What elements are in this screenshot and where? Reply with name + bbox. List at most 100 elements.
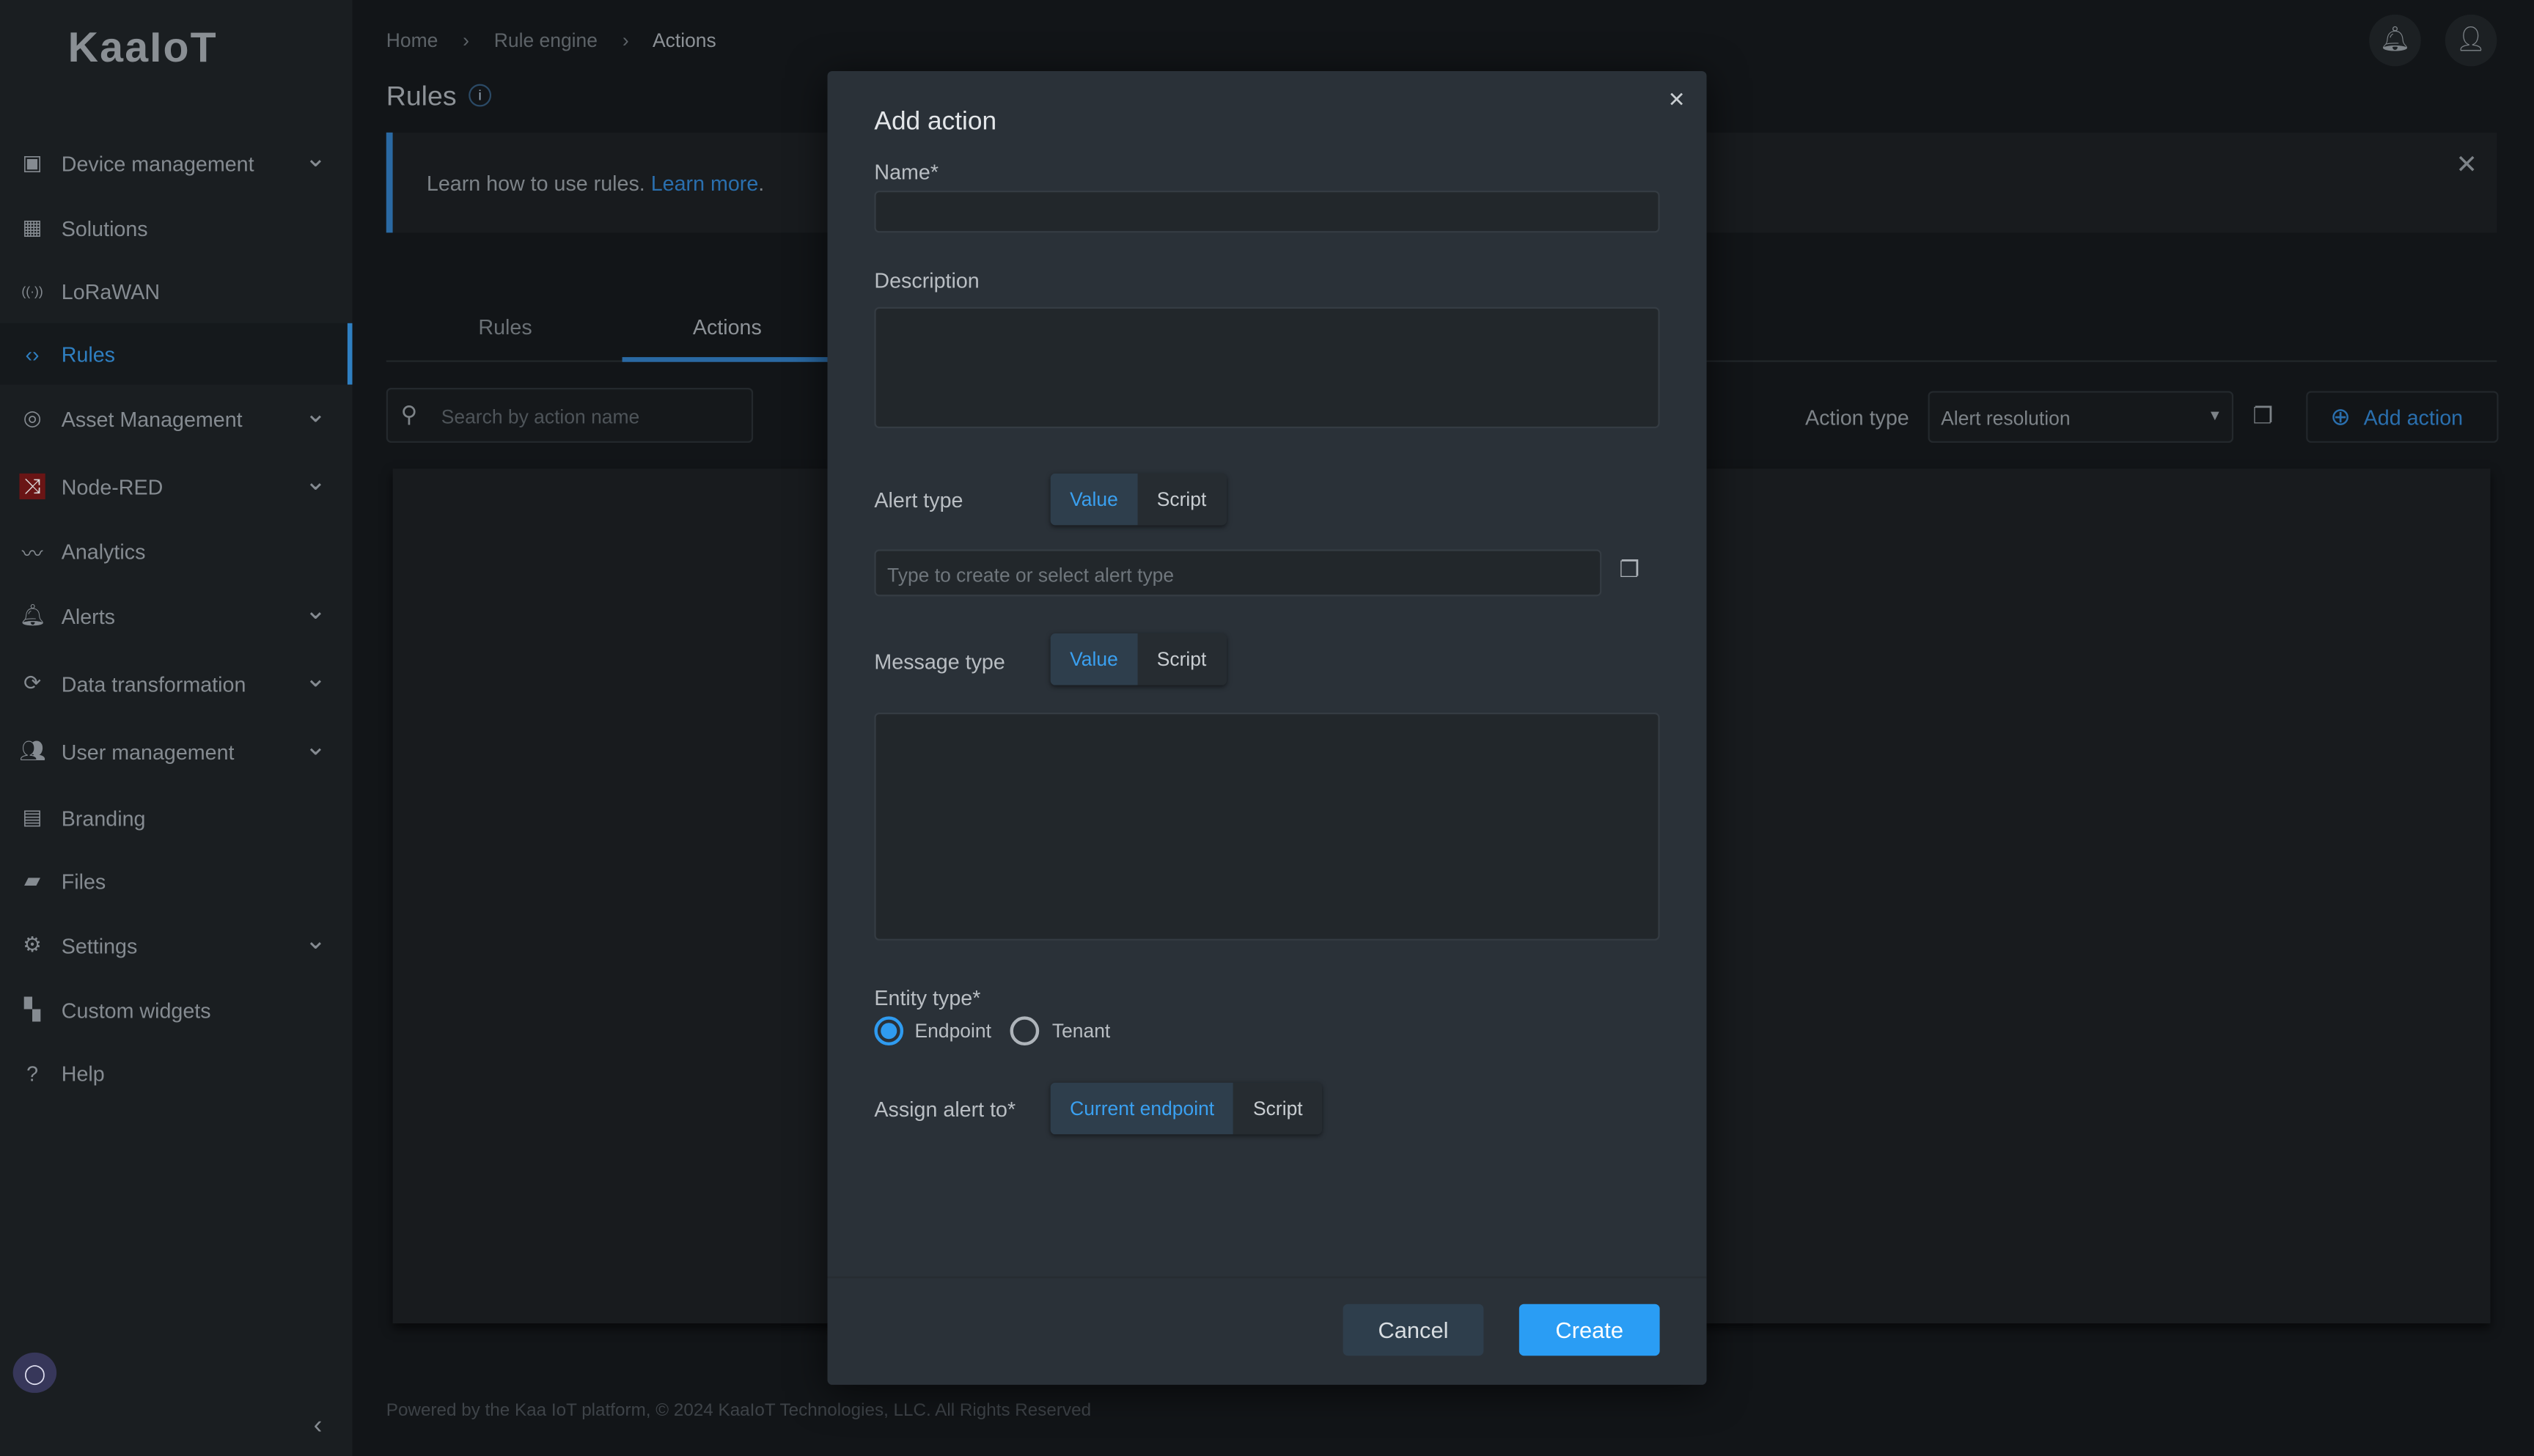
add-action-button[interactable]: ⊕ Add action xyxy=(2306,391,2499,443)
plus-circle-icon: ⊕ xyxy=(2330,404,2351,432)
radio-tenant-label: Tenant xyxy=(1051,1019,1111,1043)
sidebar-item-label: Branding xyxy=(61,805,146,830)
sidebar-item-label: Help xyxy=(61,1060,105,1086)
sidebar-item-label: Data transformation xyxy=(61,671,246,696)
widgets-icon: ▚ xyxy=(24,996,41,1021)
message-type-value-option[interactable]: Value xyxy=(1050,633,1138,685)
code-icon: ‹› xyxy=(25,342,40,367)
sidebar-item-files[interactable]: ▰ Files xyxy=(0,850,352,911)
asset-icon: ◎ xyxy=(23,405,42,430)
chevron-down-icon[interactable]: ⌄ xyxy=(305,730,327,762)
search-placeholder: Search by action name xyxy=(441,405,640,429)
radio-unchecked-icon xyxy=(1010,1016,1040,1046)
sidebar-item-rules[interactable]: ‹› Rules xyxy=(0,323,353,385)
sidebar-item-settings[interactable]: ⚙ Settings ⌄ xyxy=(0,915,352,977)
transform-icon: ⟳ xyxy=(23,670,42,695)
copy-icon[interactable]: ❐ xyxy=(2253,402,2274,430)
chevron-down-icon[interactable]: ⌄ xyxy=(305,924,327,957)
banner-text: Learn how to use rules. xyxy=(426,171,645,196)
alert-type-toggle: Value Script xyxy=(1050,473,1226,526)
sidebar-item-data-transformation[interactable]: ⟳ Data transformation ⌄ xyxy=(0,652,352,714)
sidebar-item-user-management[interactable]: 👥︎ User management ⌄ xyxy=(0,721,352,782)
sidebar-item-label: Device management xyxy=(61,151,254,176)
action-type-select[interactable]: Alert resolution ▼ xyxy=(1928,391,2234,443)
chevron-down-icon[interactable]: ⌄ xyxy=(305,663,327,695)
close-dialog-icon[interactable]: ✕ xyxy=(1668,87,1686,113)
assign-alert-toggle: Current endpoint Script xyxy=(1050,1082,1323,1135)
sidebar-item-custom-widgets[interactable]: ▚ Custom widgets xyxy=(0,979,352,1041)
search-input[interactable]: ⚲ Search by action name xyxy=(386,387,754,443)
sidebar: KaaIoT ▣ Device management ⌄ ▦ Solutions ((·)… xyxy=(0,0,353,1456)
sidebar-item-label: Settings xyxy=(61,933,138,957)
chevron-down-icon[interactable]: ⌄ xyxy=(305,397,327,430)
sidebar-item-node-red[interactable]: ⤨ Node-RED ⌄ xyxy=(0,456,352,518)
page-title: Rules xyxy=(386,81,457,112)
alert-type-script-option[interactable]: Script xyxy=(1137,473,1226,526)
radio-tenant[interactable]: Tenant xyxy=(1010,1016,1111,1046)
sidebar-item-lorawan[interactable]: ((·)) LoRaWAN xyxy=(0,260,352,322)
footer: Powered by the Kaa IoT platform, © 2024 … xyxy=(386,1400,1092,1421)
message-type-editor[interactable] xyxy=(874,713,1660,941)
breadcrumb-home[interactable]: Home xyxy=(386,29,438,52)
dialog-title: Add action xyxy=(874,108,997,136)
collapse-sidebar-button[interactable]: ‹ xyxy=(314,1412,323,1441)
description-textarea[interactable] xyxy=(874,306,1660,429)
name-input[interactable] xyxy=(874,191,1660,233)
cancel-button[interactable]: Cancel xyxy=(1343,1304,1484,1356)
copy-icon[interactable]: ❐ xyxy=(1620,556,1640,583)
breadcrumb-rule-engine[interactable]: Rule engine xyxy=(494,29,598,52)
user-icon: 👤︎ xyxy=(2456,26,2487,54)
message-type-script-option[interactable]: Script xyxy=(1137,633,1226,685)
antenna-icon: ((·)) xyxy=(21,283,43,298)
chevron-down-icon[interactable]: ⌄ xyxy=(305,466,327,498)
sidebar-item-label: User management xyxy=(61,739,235,764)
tab-rules[interactable]: Rules xyxy=(478,315,532,339)
bell-icon: 🔔︎ xyxy=(2379,26,2411,54)
sidebar-item-solutions[interactable]: ▦ Solutions xyxy=(0,197,352,259)
action-type-value: Alert resolution xyxy=(1941,407,2071,430)
close-banner-icon[interactable]: ✕ xyxy=(2456,149,2478,181)
chat-icon: ◯ xyxy=(23,1361,46,1384)
action-type-label: Action type xyxy=(1804,405,1909,430)
alert-type-value-option[interactable]: Value xyxy=(1050,473,1138,526)
branding-icon: ▤ xyxy=(22,804,43,829)
help-icon: ? xyxy=(26,1060,39,1086)
name-label: Name* xyxy=(874,160,939,185)
folder-icon: ▰ xyxy=(24,867,41,892)
radio-endpoint-label: Endpoint xyxy=(914,1019,991,1043)
node-red-icon: ⤨ xyxy=(19,473,45,500)
analytics-icon: 〰 xyxy=(21,540,43,565)
assign-script-option[interactable]: Script xyxy=(1233,1082,1323,1135)
assign-current-endpoint-option[interactable]: Current endpoint xyxy=(1050,1082,1234,1135)
message-type-toggle: Value Script xyxy=(1050,633,1226,685)
sidebar-item-label: Alerts xyxy=(61,603,116,628)
chevron-down-icon[interactable]: ⌄ xyxy=(305,142,327,174)
sidebar-item-branding[interactable]: ▤ Branding xyxy=(0,787,352,848)
bell-icon: 🔔︎ xyxy=(19,603,46,628)
tab-actions[interactable]: Actions xyxy=(622,298,833,362)
gear-icon: ⚙ xyxy=(23,932,42,957)
chevron-down-icon[interactable]: ⌄ xyxy=(305,595,327,627)
kaaiot-logo[interactable]: KaaIoT xyxy=(68,23,218,73)
alert-type-input[interactable]: Type to create or select alert type xyxy=(874,549,1602,597)
alert-type-placeholder: Type to create or select alert type xyxy=(887,564,1175,587)
sidebar-item-label: Solutions xyxy=(61,216,148,240)
sidebar-item-analytics[interactable]: 〰 Analytics xyxy=(0,521,352,582)
sidebar-item-help[interactable]: ? Help xyxy=(0,1043,352,1104)
sidebar-item-device-management[interactable]: ▣ Device management ⌄ xyxy=(0,133,352,194)
sidebar-item-label: Node-RED xyxy=(61,474,164,499)
add-action-dialog: Add action ✕ Name* Description Alert typ… xyxy=(827,70,1707,1385)
profile-button[interactable]: 👤︎ xyxy=(2445,14,2497,67)
radio-endpoint[interactable]: Endpoint xyxy=(874,1016,991,1046)
message-type-label: Message type xyxy=(874,650,1005,674)
search-icon: ⚲ xyxy=(400,400,418,427)
notifications-button[interactable]: 🔔︎ xyxy=(2369,14,2421,67)
chat-button[interactable]: ◯ xyxy=(12,1352,57,1393)
sidebar-item-alerts[interactable]: 🔔︎ Alerts ⌄ xyxy=(0,585,352,647)
sidebar-item-asset-management[interactable]: ◎ Asset Management ⌄ xyxy=(0,388,352,449)
create-button[interactable]: Create xyxy=(1518,1304,1660,1356)
learn-more-link[interactable]: Learn more xyxy=(651,172,759,196)
sidebar-item-label: Rules xyxy=(61,342,116,367)
sidebar-item-label: Custom widgets xyxy=(61,998,211,1023)
info-icon[interactable]: i xyxy=(469,84,492,107)
